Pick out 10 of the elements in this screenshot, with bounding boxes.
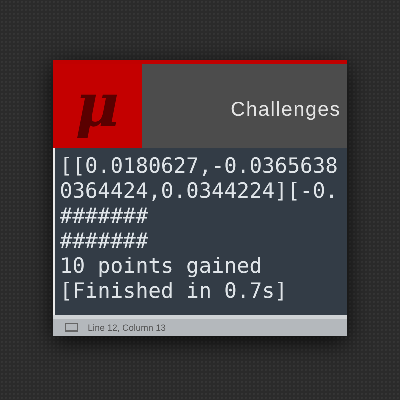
console-line: ####### [60,229,149,254]
logo: μ [53,64,142,148]
console-line: 10 points gained [60,254,262,279]
console-line: [[0.0180627,-0.0365638 [60,154,338,179]
console-line: ####### [60,204,149,229]
page-title: Challenges [230,98,341,122]
console-icon[interactable] [65,323,78,332]
console-line: [Finished in 0.7s] [60,279,288,304]
cursor-position: Line 12, Column 13 [88,322,166,332]
console-line: 0364424,0.0344224][-0. [60,179,338,204]
